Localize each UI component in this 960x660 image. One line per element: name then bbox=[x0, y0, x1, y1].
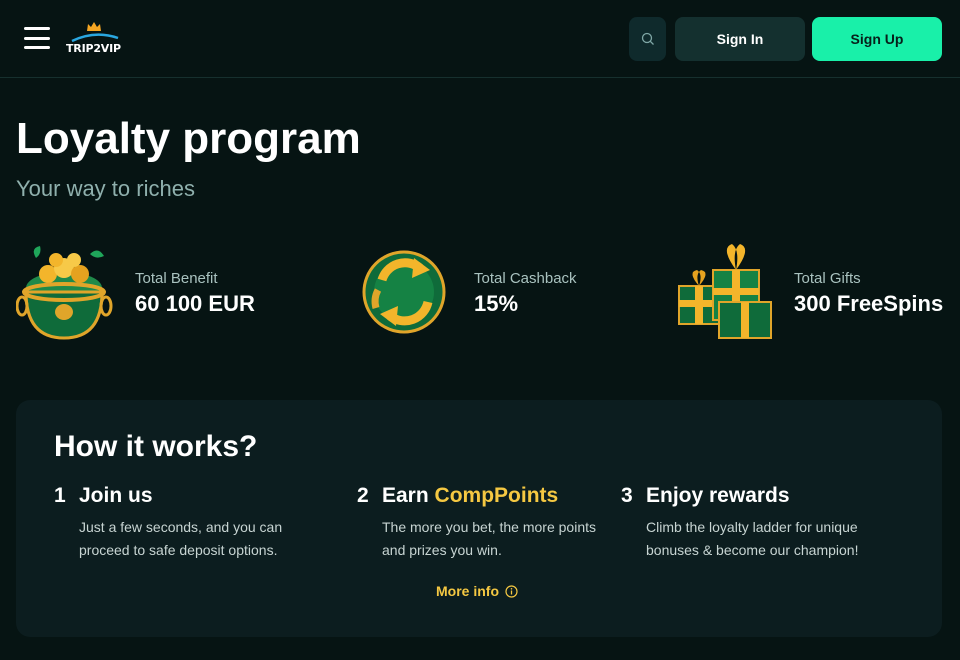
stat-label: Total Cashback bbox=[474, 270, 577, 287]
menu-icon[interactable] bbox=[24, 27, 50, 49]
step-title: Enjoy rewards bbox=[646, 484, 790, 508]
logo-text: TRIP2VIP bbox=[66, 42, 121, 55]
step-title-text: Join us bbox=[79, 484, 153, 507]
stat-label: Total Gifts bbox=[794, 270, 861, 287]
gift-boxes-icon bbox=[678, 244, 772, 339]
step-number: 1 bbox=[54, 484, 66, 507]
stat-value: 300 FreeSpins bbox=[794, 291, 944, 316]
crown-icon bbox=[87, 22, 101, 31]
step-number: 2 bbox=[357, 484, 369, 507]
stat-value: 60 100 EUR bbox=[135, 291, 255, 316]
stat-total-benefit: Total Benefit 60 100 EUR bbox=[16, 240, 296, 350]
step-description: Climb the loyalty ladder for unique bonu… bbox=[646, 519, 859, 558]
sign-in-button[interactable]: Sign In bbox=[675, 17, 805, 61]
search-icon bbox=[641, 32, 654, 45]
page-subtitle: Your way to riches bbox=[16, 176, 195, 201]
top-bar: TRIP2VIP Sign In Sign Up bbox=[0, 0, 960, 78]
stat-value: 15% bbox=[474, 291, 519, 316]
stat-label: Total Benefit bbox=[135, 270, 218, 287]
info-icon bbox=[505, 584, 518, 598]
step-number: 3 bbox=[621, 484, 633, 507]
stat-total-gifts: Total Gifts 300 FreeSpins bbox=[675, 240, 945, 350]
more-info-label: More info bbox=[436, 583, 499, 599]
step-description: The more you bet, the more points and pr… bbox=[382, 519, 596, 558]
search-button[interactable] bbox=[629, 17, 666, 61]
step-title: Earn CompPoints bbox=[382, 484, 558, 508]
step-title-text: Enjoy rewards bbox=[646, 484, 790, 507]
cashback-cycle-icon bbox=[362, 250, 446, 334]
step-title: Join us bbox=[79, 484, 153, 508]
page-title: Loyalty program bbox=[16, 114, 361, 163]
stat-total-cashback: Total Cashback 15% bbox=[354, 240, 624, 350]
how-it-works-title: How it works? bbox=[54, 430, 258, 463]
step-title-text: Earn bbox=[382, 484, 435, 507]
step-title-accent: CompPoints bbox=[434, 484, 559, 507]
logo-wing bbox=[71, 33, 119, 42]
pot-of-gold-icon bbox=[16, 246, 113, 340]
logo[interactable]: TRIP2VIP bbox=[66, 22, 126, 58]
more-info-link[interactable]: More info bbox=[436, 583, 518, 599]
how-it-works-card: How it works? 1 Join us Just a few secon… bbox=[16, 400, 942, 637]
step-description: Just a few seconds, and you can proceed … bbox=[79, 519, 283, 558]
sign-up-button[interactable]: Sign Up bbox=[812, 17, 942, 61]
